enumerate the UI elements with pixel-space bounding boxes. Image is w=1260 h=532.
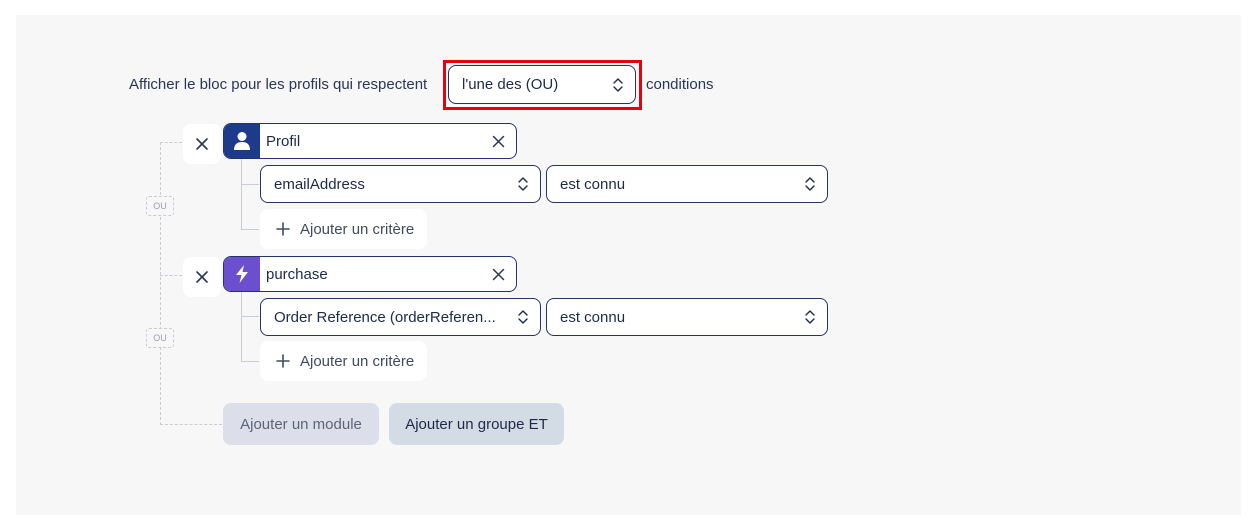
criteria-tree-line (241, 159, 242, 229)
criteria-operator-value: est connu (560, 308, 626, 326)
add-module-button[interactable]: Ajouter un module (223, 403, 379, 445)
chevron-updown-icon (805, 177, 815, 191)
criteria-tree-line (241, 184, 259, 185)
remove-module-button[interactable] (183, 257, 221, 297)
close-icon (196, 138, 208, 150)
module-purchase[interactable]: purchase (223, 256, 517, 292)
criteria-operator-select[interactable]: est connu (546, 298, 828, 336)
chevron-updown-icon (518, 310, 528, 324)
tree-connector (160, 142, 161, 425)
close-icon (492, 268, 504, 280)
plus-icon (276, 222, 290, 236)
plus-icon (276, 354, 290, 368)
criteria-tree-line (241, 316, 259, 317)
tree-connector (160, 142, 182, 143)
or-connector-label: OU (146, 328, 174, 348)
criteria-operator-value: est connu (560, 175, 626, 193)
criteria-tree-line (241, 229, 259, 230)
intro-suffix-text: conditions (646, 76, 714, 93)
match-type-value: l'une des (OU) (462, 76, 559, 93)
module-name: purchase (266, 265, 328, 283)
tree-connector (160, 424, 222, 425)
chevron-updown-icon (805, 310, 815, 324)
add-criterion-label: Ajouter un critère (300, 220, 415, 238)
close-icon (492, 135, 504, 147)
remove-module-button[interactable] (183, 124, 221, 164)
add-and-group-button[interactable]: Ajouter un groupe ET (389, 403, 564, 445)
criteria-field-select[interactable]: Order Reference (orderReferen... (260, 298, 541, 336)
chevron-updown-icon (518, 177, 528, 191)
lightning-icon (224, 257, 260, 291)
criteria-tree-line (241, 361, 259, 362)
add-criterion-button[interactable]: Ajouter un critère (260, 209, 428, 249)
tree-connector (160, 275, 182, 276)
close-icon (196, 271, 208, 283)
criteria-operator-select[interactable]: est connu (546, 165, 828, 203)
user-icon (224, 124, 260, 158)
add-criterion-label: Ajouter un critère (300, 352, 415, 370)
criteria-field-select[interactable]: emailAddress (260, 165, 541, 203)
add-criterion-button[interactable]: Ajouter un critère (260, 341, 428, 381)
module-profil[interactable]: Profil (223, 123, 517, 159)
criteria-field-value: emailAddress (274, 175, 365, 193)
criteria-field-value: Order Reference (orderReferen... (274, 308, 496, 326)
intro-prefix-text: Afficher le bloc pour les profils qui re… (129, 76, 428, 93)
criteria-tree-line (241, 292, 242, 361)
module-name: Profil (266, 132, 301, 150)
clear-module-button[interactable] (480, 257, 516, 291)
match-type-select[interactable]: l'une des (OU) (448, 65, 636, 104)
or-connector-label: OU (146, 196, 174, 216)
chevron-updown-icon (613, 77, 623, 92)
clear-module-button[interactable] (480, 124, 516, 158)
